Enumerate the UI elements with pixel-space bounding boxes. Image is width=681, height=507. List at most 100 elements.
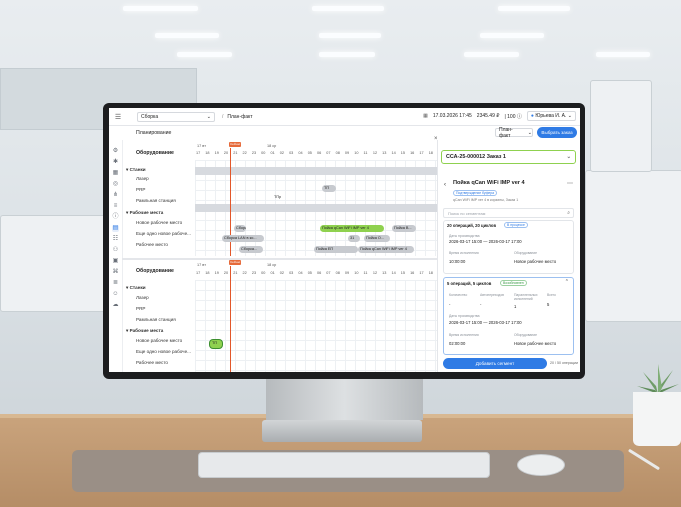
hour-tick: 15 [400, 271, 405, 275]
field-value: 1 [514, 304, 517, 309]
hour-tick: 17 [196, 151, 201, 155]
ceiling-light [498, 6, 570, 11]
lab-bench [0, 215, 107, 312]
grid-icon[interactable]: ▦ [112, 170, 119, 177]
share-icon[interactable]: ⋔ [112, 192, 119, 199]
side-rail: ⚙ ✱ ▦ ◎ ⋔ ≡ ⓘ ▤ ☷ ⚇ ▣ ⌘ ≣ ☺ ☁ [109, 140, 123, 372]
chevron-up-icon[interactable]: ⌃ [565, 279, 569, 285]
settings-icon[interactable]: ⚙ [112, 148, 119, 155]
ceiling-light [480, 33, 544, 38]
hour-tick: 09 [344, 151, 350, 155]
hour-tick: 23 [251, 271, 257, 275]
hour-tick: 05 [307, 271, 312, 275]
resource-row[interactable]: Лазер [136, 295, 149, 300]
resource-row[interactable]: Рабочее место [136, 242, 168, 247]
plan-select[interactable]: План-факт ⌄ [495, 127, 533, 139]
tag-icon[interactable]: ⌘ [112, 269, 119, 276]
hour-tick: 21 [233, 271, 238, 275]
balance: 2345.49 ₽ [476, 113, 500, 119]
hour-tick: 23 [251, 151, 257, 155]
select-order-button[interactable]: Выбрать заказ [537, 127, 577, 138]
gear-icon[interactable]: ✱ [112, 159, 119, 166]
ceiling-light [596, 52, 650, 57]
field-label: Параллельных исполнений [514, 293, 538, 301]
hour-tick: 14 [391, 271, 396, 275]
chevron-down-icon: ⌄ [566, 154, 571, 160]
gantt-grid-bottom [195, 280, 437, 372]
hour-tick: 03 [289, 151, 294, 155]
resource-row[interactable]: Новое рабочее место [136, 220, 182, 225]
operations-count: 20 / 50 операции [550, 361, 579, 365]
monitor-stand [266, 375, 423, 420]
hour-tick: 15 [400, 151, 405, 155]
user-group-icon[interactable]: ⚇ [112, 247, 119, 254]
field-value: - [480, 302, 482, 307]
close-icon[interactable]: × [434, 136, 438, 142]
hour-tick: 08 [335, 151, 340, 155]
workspace-select[interactable]: Сборка ⌄ [137, 111, 215, 122]
field-label: Даты производства [449, 314, 480, 318]
layers-icon[interactable]: ≡ [112, 203, 119, 210]
ceiling-light [312, 6, 384, 11]
user-menu[interactable]: ● Юрьева И. А. ⌄ [526, 111, 576, 121]
resource-row[interactable]: PRP [136, 187, 145, 192]
segment-bar[interactable]: Сборк... [234, 225, 246, 232]
segment-card[interactable]: 20 операций, 20 циклов В процессе Даты п… [443, 220, 574, 274]
field-value: - [449, 302, 451, 307]
resource-row[interactable]: Лазер [136, 176, 149, 181]
globe-icon[interactable]: ◎ [112, 181, 119, 188]
segment-bar[interactable]: ТПр [272, 194, 292, 201]
person-icon[interactable]: ☺ [112, 291, 119, 298]
resource-row[interactable]: Рамльная станция [136, 317, 176, 322]
hour-tick: 21 [233, 151, 238, 155]
now-line [230, 266, 231, 372]
hour-ticks: 17 18 19 20 21 22 23 00 01 02 03 04 05 06 07 08 09 10 11 12… [195, 271, 437, 277]
segment-card[interactable]: 5 операций, 5 циклов Возобновлен ⌃ Колич… [443, 277, 574, 355]
hour-tick: 17 [196, 271, 201, 275]
card-title: 20 операций, 20 циклов [447, 223, 497, 228]
segment-bar[interactable]: Пойка ЕП [314, 246, 358, 253]
resource-row[interactable]: Еще одно новое рабоче... [136, 231, 191, 236]
section-divider [122, 258, 437, 260]
more-icon[interactable]: ⋯ [567, 180, 573, 187]
segment-bar[interactable]: Сборка LAN в ко... [222, 235, 264, 242]
resource-row[interactable]: Рабочее место [136, 360, 168, 365]
app-screen: ☰ Сборка ⌄ / План-факт ▦ 17.03.2026 17:4… [109, 108, 580, 372]
search-field[interactable]: Поиск по сегментам ⌕ [443, 208, 574, 218]
keyboard [198, 452, 490, 478]
order-select[interactable]: ССА-25-000012 Заказ 1 ⌄ [441, 150, 576, 164]
field-label: Время исполнения [449, 333, 479, 337]
gantt-chart: Оборудование 17 вт 18 ср 17 18 19 20 21 22 23 0… [122, 140, 437, 372]
day-label: 17 вт [197, 144, 206, 148]
segment-bar[interactable]: Пойка qCan WiFi IMP ver 4 [320, 225, 384, 232]
add-segment-button[interactable]: Добавить сегмент [443, 358, 547, 369]
hour-tick: 01 [270, 271, 275, 275]
plant-pot [633, 392, 681, 446]
succulent-plant [637, 364, 679, 394]
resource-row[interactable]: Рамльная станция [136, 198, 176, 203]
back-arrow-icon[interactable]: ‹ [444, 182, 446, 188]
segment-bar[interactable]: 31 [348, 235, 360, 242]
stack-icon[interactable]: ≣ [112, 280, 119, 287]
hour-tick: 18 [205, 271, 210, 275]
group-label-machines: ▾ Станки [126, 167, 146, 172]
segment-bar[interactable]: Пойка В... [392, 225, 416, 232]
cloud-icon[interactable]: ☁ [112, 302, 119, 309]
info-icon[interactable]: ⓘ [112, 214, 119, 221]
resource-row[interactable]: Новое рабочее место [136, 338, 182, 343]
breadcrumb[interactable]: План-факт [227, 114, 252, 120]
calendar-icon[interactable]: ▤ [112, 225, 119, 232]
segment-bar[interactable]: ТП [209, 339, 223, 349]
segment-bar[interactable]: ТП [322, 185, 336, 192]
segment-bar[interactable]: Пойка О... [364, 235, 390, 242]
menu-icon[interactable]: ☰ [113, 113, 123, 121]
box-icon[interactable]: ▣ [112, 258, 119, 265]
segment-bar[interactable]: Пойка qCan WiFi IMP ver 4 [358, 246, 414, 253]
hour-tick: 11 [363, 151, 368, 155]
resource-row[interactable]: Еще одно новое рабоче... [136, 349, 191, 354]
resource-row[interactable]: PRP [136, 306, 145, 311]
hour-tick: 10 [354, 151, 359, 155]
list-icon[interactable]: ☷ [112, 236, 119, 243]
segment-bar[interactable]: Сборка... [239, 246, 263, 253]
lab-cabinet [590, 80, 652, 172]
